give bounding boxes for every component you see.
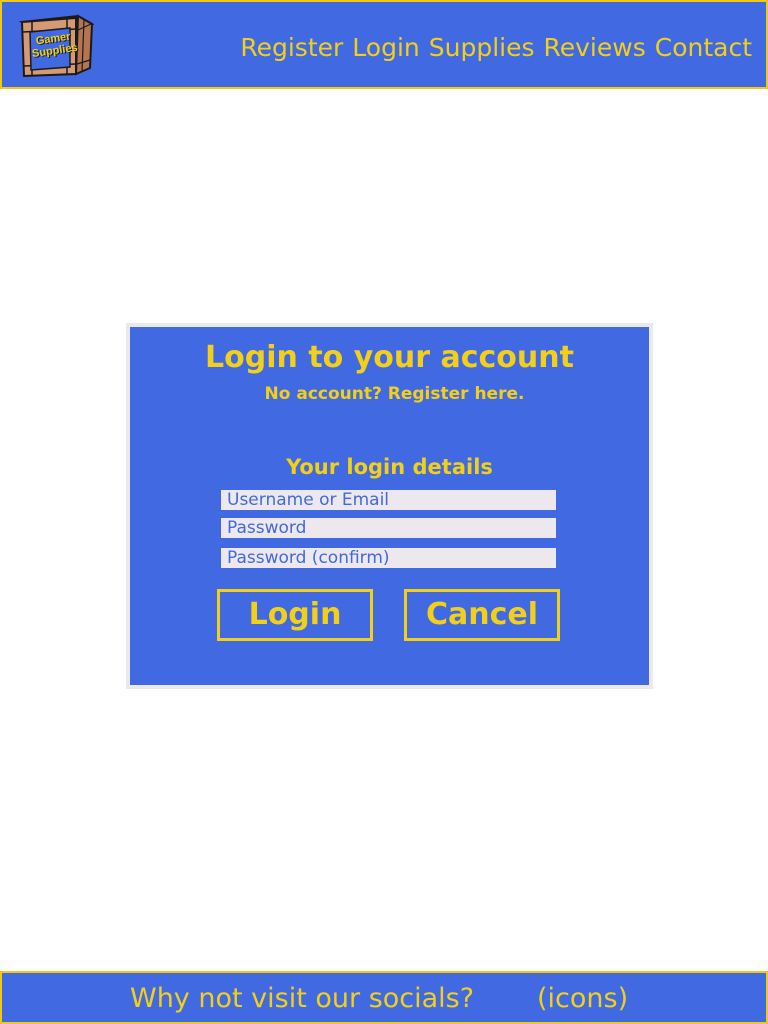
nav-contact-link[interactable]: Contact	[655, 30, 752, 66]
crate-logo-icon[interactable]: Gamer Supplies	[18, 12, 94, 78]
password-confirm-input[interactable]	[221, 548, 556, 568]
login-panel: Login to your account No account? Regist…	[126, 323, 653, 689]
site-footer: Why not visit our socials? (icons)	[0, 971, 768, 1024]
password-input[interactable]	[221, 518, 556, 538]
register-link[interactable]: No account? Register here.	[130, 382, 649, 406]
socials-prompt: Why not visit our socials?	[130, 983, 475, 1014]
nav-supplies-link[interactable]: Supplies	[429, 30, 535, 66]
login-title: Login to your account	[205, 340, 574, 375]
nav-reviews-link[interactable]: Reviews	[544, 30, 646, 66]
main-nav: Register Login Supplies Reviews Contact	[240, 30, 752, 66]
username-input[interactable]	[221, 490, 556, 510]
page: Gamer Supplies Register Login Supplies R…	[0, 0, 768, 1024]
login-details-heading: Your login details	[286, 455, 493, 479]
social-icons-placeholder[interactable]: (icons)	[537, 980, 628, 1018]
site-header: Gamer Supplies Register Login Supplies R…	[0, 0, 768, 89]
login-button[interactable]: Login	[217, 589, 373, 641]
cancel-button[interactable]: Cancel	[404, 589, 560, 641]
nav-register-link[interactable]: Register	[240, 30, 343, 66]
nav-login-link[interactable]: Login	[352, 30, 419, 66]
